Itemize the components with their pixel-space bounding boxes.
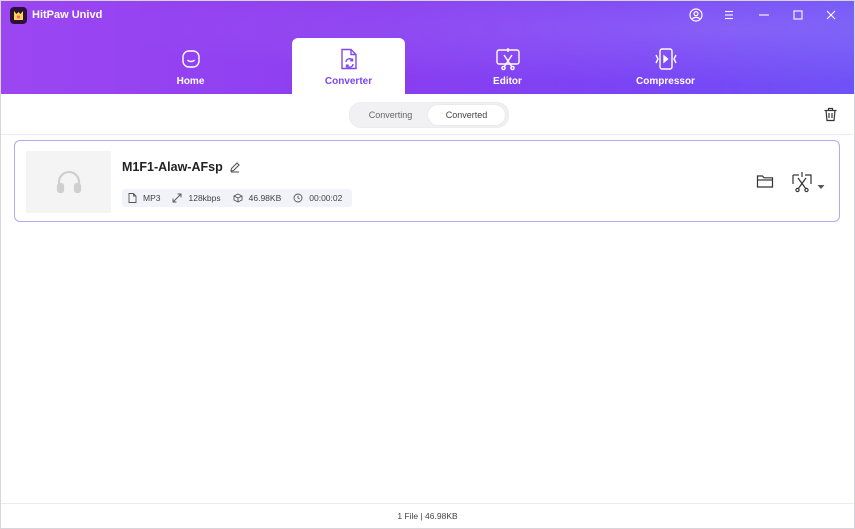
meta-format-value: MP3 bbox=[143, 193, 161, 203]
subtab-converted[interactable]: Converted bbox=[428, 105, 505, 125]
user-circle-icon[interactable] bbox=[686, 6, 706, 24]
header-bar: HitPaw Univd Home Converter Editor Compr… bbox=[1, 1, 854, 94]
file-meta: MP3 128kbps 46.98KB 00:00:02 bbox=[122, 189, 352, 207]
close-icon[interactable] bbox=[821, 6, 841, 24]
meta-bitrate-value: 128kbps bbox=[188, 193, 221, 203]
meta-duration: 00:00:02 bbox=[293, 193, 342, 203]
file-card[interactable]: M1F1-Alaw-AFsp MP3 128kbps 46.98KB 00:00… bbox=[14, 140, 840, 222]
tab-home[interactable]: Home bbox=[134, 38, 247, 94]
menu-icon[interactable] bbox=[719, 6, 739, 24]
cube-icon bbox=[233, 193, 243, 203]
status-divider bbox=[1, 503, 854, 504]
tab-converter-label: Converter bbox=[324, 76, 373, 87]
tab-editor[interactable]: Editor bbox=[451, 38, 564, 94]
file-icon bbox=[128, 193, 137, 203]
app-window: HitPaw Univd Home Converter Editor Compr… bbox=[0, 0, 855, 529]
meta-bitrate: 128kbps bbox=[172, 193, 221, 203]
tab-home-label: Home bbox=[176, 76, 205, 87]
tab-compressor[interactable]: Compressor bbox=[609, 38, 722, 94]
status-summary: 1 File | 46.98KB bbox=[397, 511, 458, 521]
subtab-converting[interactable]: Converting bbox=[352, 105, 429, 125]
headphones-icon bbox=[56, 170, 81, 194]
tab-converter[interactable]: Converter bbox=[292, 38, 405, 94]
meta-size-value: 46.98KB bbox=[248, 193, 282, 203]
clock-icon bbox=[293, 193, 303, 203]
file-name: M1F1-Alaw-AFsp bbox=[122, 160, 223, 174]
compressor-icon bbox=[653, 47, 679, 71]
toolbar-divider bbox=[1, 134, 854, 135]
file-thumbnail bbox=[26, 151, 111, 213]
app-title: HitPaw Univd bbox=[32, 9, 103, 21]
meta-duration-value: 00:00:02 bbox=[309, 193, 343, 203]
meta-format: MP3 bbox=[128, 193, 160, 203]
resize-arrows-icon bbox=[173, 193, 182, 203]
tab-editor-label: Editor bbox=[493, 76, 522, 87]
meta-size: 46.98KB bbox=[233, 193, 282, 203]
app-logo-icon bbox=[10, 7, 27, 24]
maximize-icon[interactable] bbox=[788, 6, 808, 24]
editor-icon bbox=[495, 47, 521, 71]
converter-icon bbox=[337, 47, 361, 71]
open-folder-icon[interactable] bbox=[756, 173, 774, 191]
edit-pencil-icon[interactable] bbox=[229, 160, 243, 174]
trash-icon[interactable] bbox=[821, 105, 839, 123]
minimize-icon[interactable] bbox=[754, 6, 774, 24]
tab-compressor-label: Compressor bbox=[636, 76, 695, 87]
converter-subtabs: Converting Converted bbox=[349, 102, 509, 128]
home-icon bbox=[180, 47, 202, 71]
edit-action-icon[interactable] bbox=[791, 171, 813, 193]
chevron-down-icon[interactable] bbox=[817, 177, 827, 189]
